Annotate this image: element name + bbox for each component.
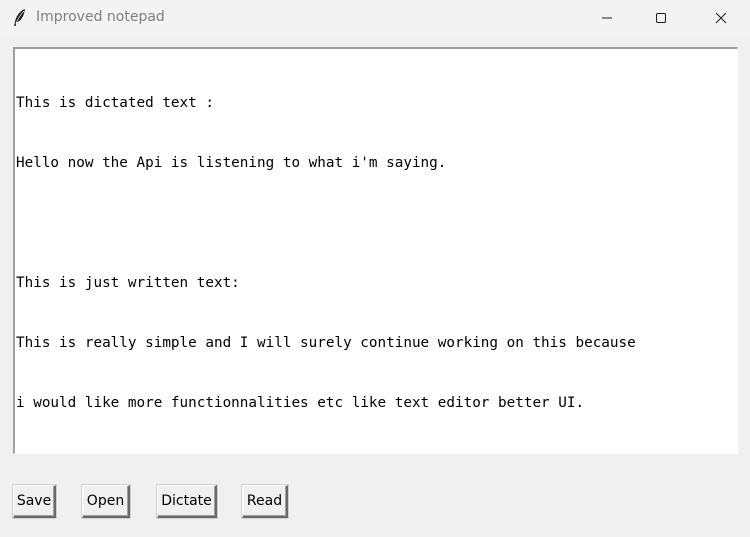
dictate-button[interactable]: Dictate [157,485,217,518]
editor-line: This is just written text: [16,275,240,291]
feather-icon [12,8,28,28]
maximize-button[interactable] [638,0,684,36]
close-button[interactable] [698,0,744,36]
open-button[interactable]: Open [82,485,130,518]
editor-line: This is dictated text : [16,95,214,111]
window-title: Improved notepad [36,9,165,25]
notepad-window: Improved notepad This is dictated text:… [0,0,750,537]
editor-content[interactable]: This is dictated text : Hello now the Ap… [15,49,737,453]
editor-line: This is really simple and I will surely … [16,335,636,351]
minimize-icon [601,9,613,28]
editor-line: Hello now the Api is listening to what i… [16,155,447,171]
maximize-icon [655,9,667,28]
save-button[interactable]: Save [13,485,56,518]
text-editor[interactable]: This is dictated text : Hello now the Ap… [13,47,738,454]
title-bar[interactable]: Improved notepad [0,0,750,36]
read-button[interactable]: Read [242,485,288,518]
editor-line: i would like more functionnalities etc l… [16,395,585,411]
close-icon [715,9,727,28]
minimize-button[interactable] [584,0,630,36]
